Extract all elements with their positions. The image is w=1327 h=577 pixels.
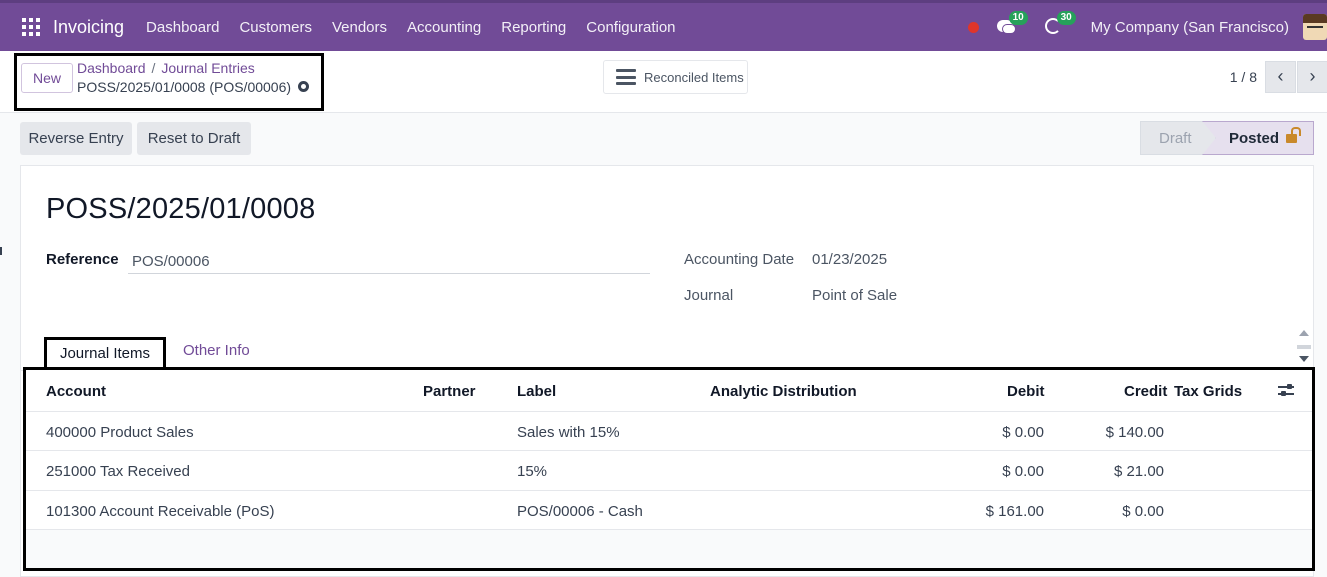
app-brand[interactable]: Invoicing <box>53 17 124 38</box>
pager-value[interactable]: 1 / 8 <box>1230 69 1257 85</box>
reference-input[interactable]: POS/00006 <box>128 250 650 274</box>
entry-title: POSS/2025/01/0008 <box>46 193 316 225</box>
reverse-entry-button[interactable]: Reverse Entry <box>20 122 132 155</box>
pager-previous-button[interactable]: ‹ <box>1265 61 1296 93</box>
row-3-label[interactable]: POS/00006 - Cash <box>517 503 643 520</box>
header-account[interactable]: Account <box>46 383 106 400</box>
row-divider <box>26 490 1312 491</box>
menu-dashboard[interactable]: Dashboard <box>146 19 219 36</box>
menu-configuration[interactable]: Configuration <box>586 19 675 36</box>
row-3-credit[interactable]: $ 0.00 <box>1122 503 1164 520</box>
column-settings-icon[interactable] <box>1278 384 1294 398</box>
activities-badge: 30 <box>1056 11 1076 25</box>
row-divider <box>26 450 1312 451</box>
row-2-credit[interactable]: $ 21.00 <box>1114 463 1164 480</box>
journal-value[interactable]: Point of Sale <box>812 287 897 304</box>
reset-to-draft-button[interactable]: Reset to Draft <box>137 122 251 155</box>
row-2-label[interactable]: 15% <box>517 463 547 480</box>
scroll-thumb[interactable] <box>1297 345 1311 349</box>
highlight-breadcrumb-box <box>14 53 324 111</box>
header-tax-grids[interactable]: Tax Grids <box>1174 383 1242 400</box>
pager-next-button[interactable]: › <box>1297 61 1327 93</box>
edge-mark <box>0 247 2 255</box>
header-debit[interactable]: Debit <box>1007 383 1045 400</box>
lock-open-icon[interactable] <box>1286 127 1302 143</box>
menu-customers[interactable]: Customers <box>239 19 312 36</box>
tab-journal-items[interactable]: Journal Items <box>44 337 166 371</box>
header-credit[interactable]: Credit <box>1124 383 1167 400</box>
messages-icon[interactable]: 10 <box>996 11 1028 36</box>
menu-reporting[interactable]: Reporting <box>501 19 566 36</box>
status-bar: Draft Posted <box>1140 121 1314 155</box>
accounting-date-value[interactable]: 01/23/2025 <box>812 251 887 268</box>
table-footer <box>26 530 1312 568</box>
row-3-debit[interactable]: $ 161.00 <box>986 503 1044 520</box>
bars-icon <box>616 69 636 85</box>
activities-icon[interactable]: 30 <box>1044 11 1076 36</box>
row-1-debit[interactable]: $ 0.00 <box>1002 424 1044 441</box>
status-posted[interactable]: Posted <box>1202 121 1314 155</box>
scroll-up-icon[interactable] <box>1299 330 1309 336</box>
messages-badge: 10 <box>1008 11 1028 25</box>
scroll-indicator[interactable] <box>1297 330 1311 364</box>
status-posted-label: Posted <box>1229 130 1280 147</box>
row-2-account[interactable]: 251000 Tax Received <box>46 463 190 480</box>
user-avatar[interactable] <box>1303 14 1327 40</box>
row-3-account[interactable]: 101300 Account Receivable (PoS) <box>46 503 274 520</box>
reconciled-items-button[interactable]: Reconciled Items <box>603 60 748 94</box>
recording-dot-icon[interactable] <box>967 21 979 33</box>
row-1-account[interactable]: 400000 Product Sales <box>46 424 194 441</box>
menu-vendors[interactable]: Vendors <box>332 19 387 36</box>
header-analytic-distribution[interactable]: Analytic Distribution <box>710 383 857 400</box>
company-switcher[interactable]: My Company (San Francisco) <box>1091 19 1289 36</box>
header-label[interactable]: Label <box>517 383 556 400</box>
row-divider <box>26 411 1312 412</box>
scroll-down-icon[interactable] <box>1299 356 1309 362</box>
tab-other-info[interactable]: Other Info <box>183 342 250 359</box>
reference-label: Reference <box>46 251 119 268</box>
reconciled-items-label: Reconciled Items <box>644 69 744 85</box>
row-1-label[interactable]: Sales with 15% <box>517 424 620 441</box>
header-partner[interactable]: Partner <box>423 383 476 400</box>
apps-menu-icon[interactable] <box>22 18 40 36</box>
journal-label: Journal <box>684 287 734 304</box>
accounting-date-label: Accounting Date <box>684 251 795 268</box>
status-draft[interactable]: Draft <box>1140 121 1216 155</box>
row-1-credit[interactable]: $ 140.00 <box>1106 424 1164 441</box>
top-navbar: Invoicing Dashboard Customers Vendors Ac… <box>0 0 1327 51</box>
row-2-debit[interactable]: $ 0.00 <box>1002 463 1044 480</box>
menu-accounting[interactable]: Accounting <box>407 19 481 36</box>
